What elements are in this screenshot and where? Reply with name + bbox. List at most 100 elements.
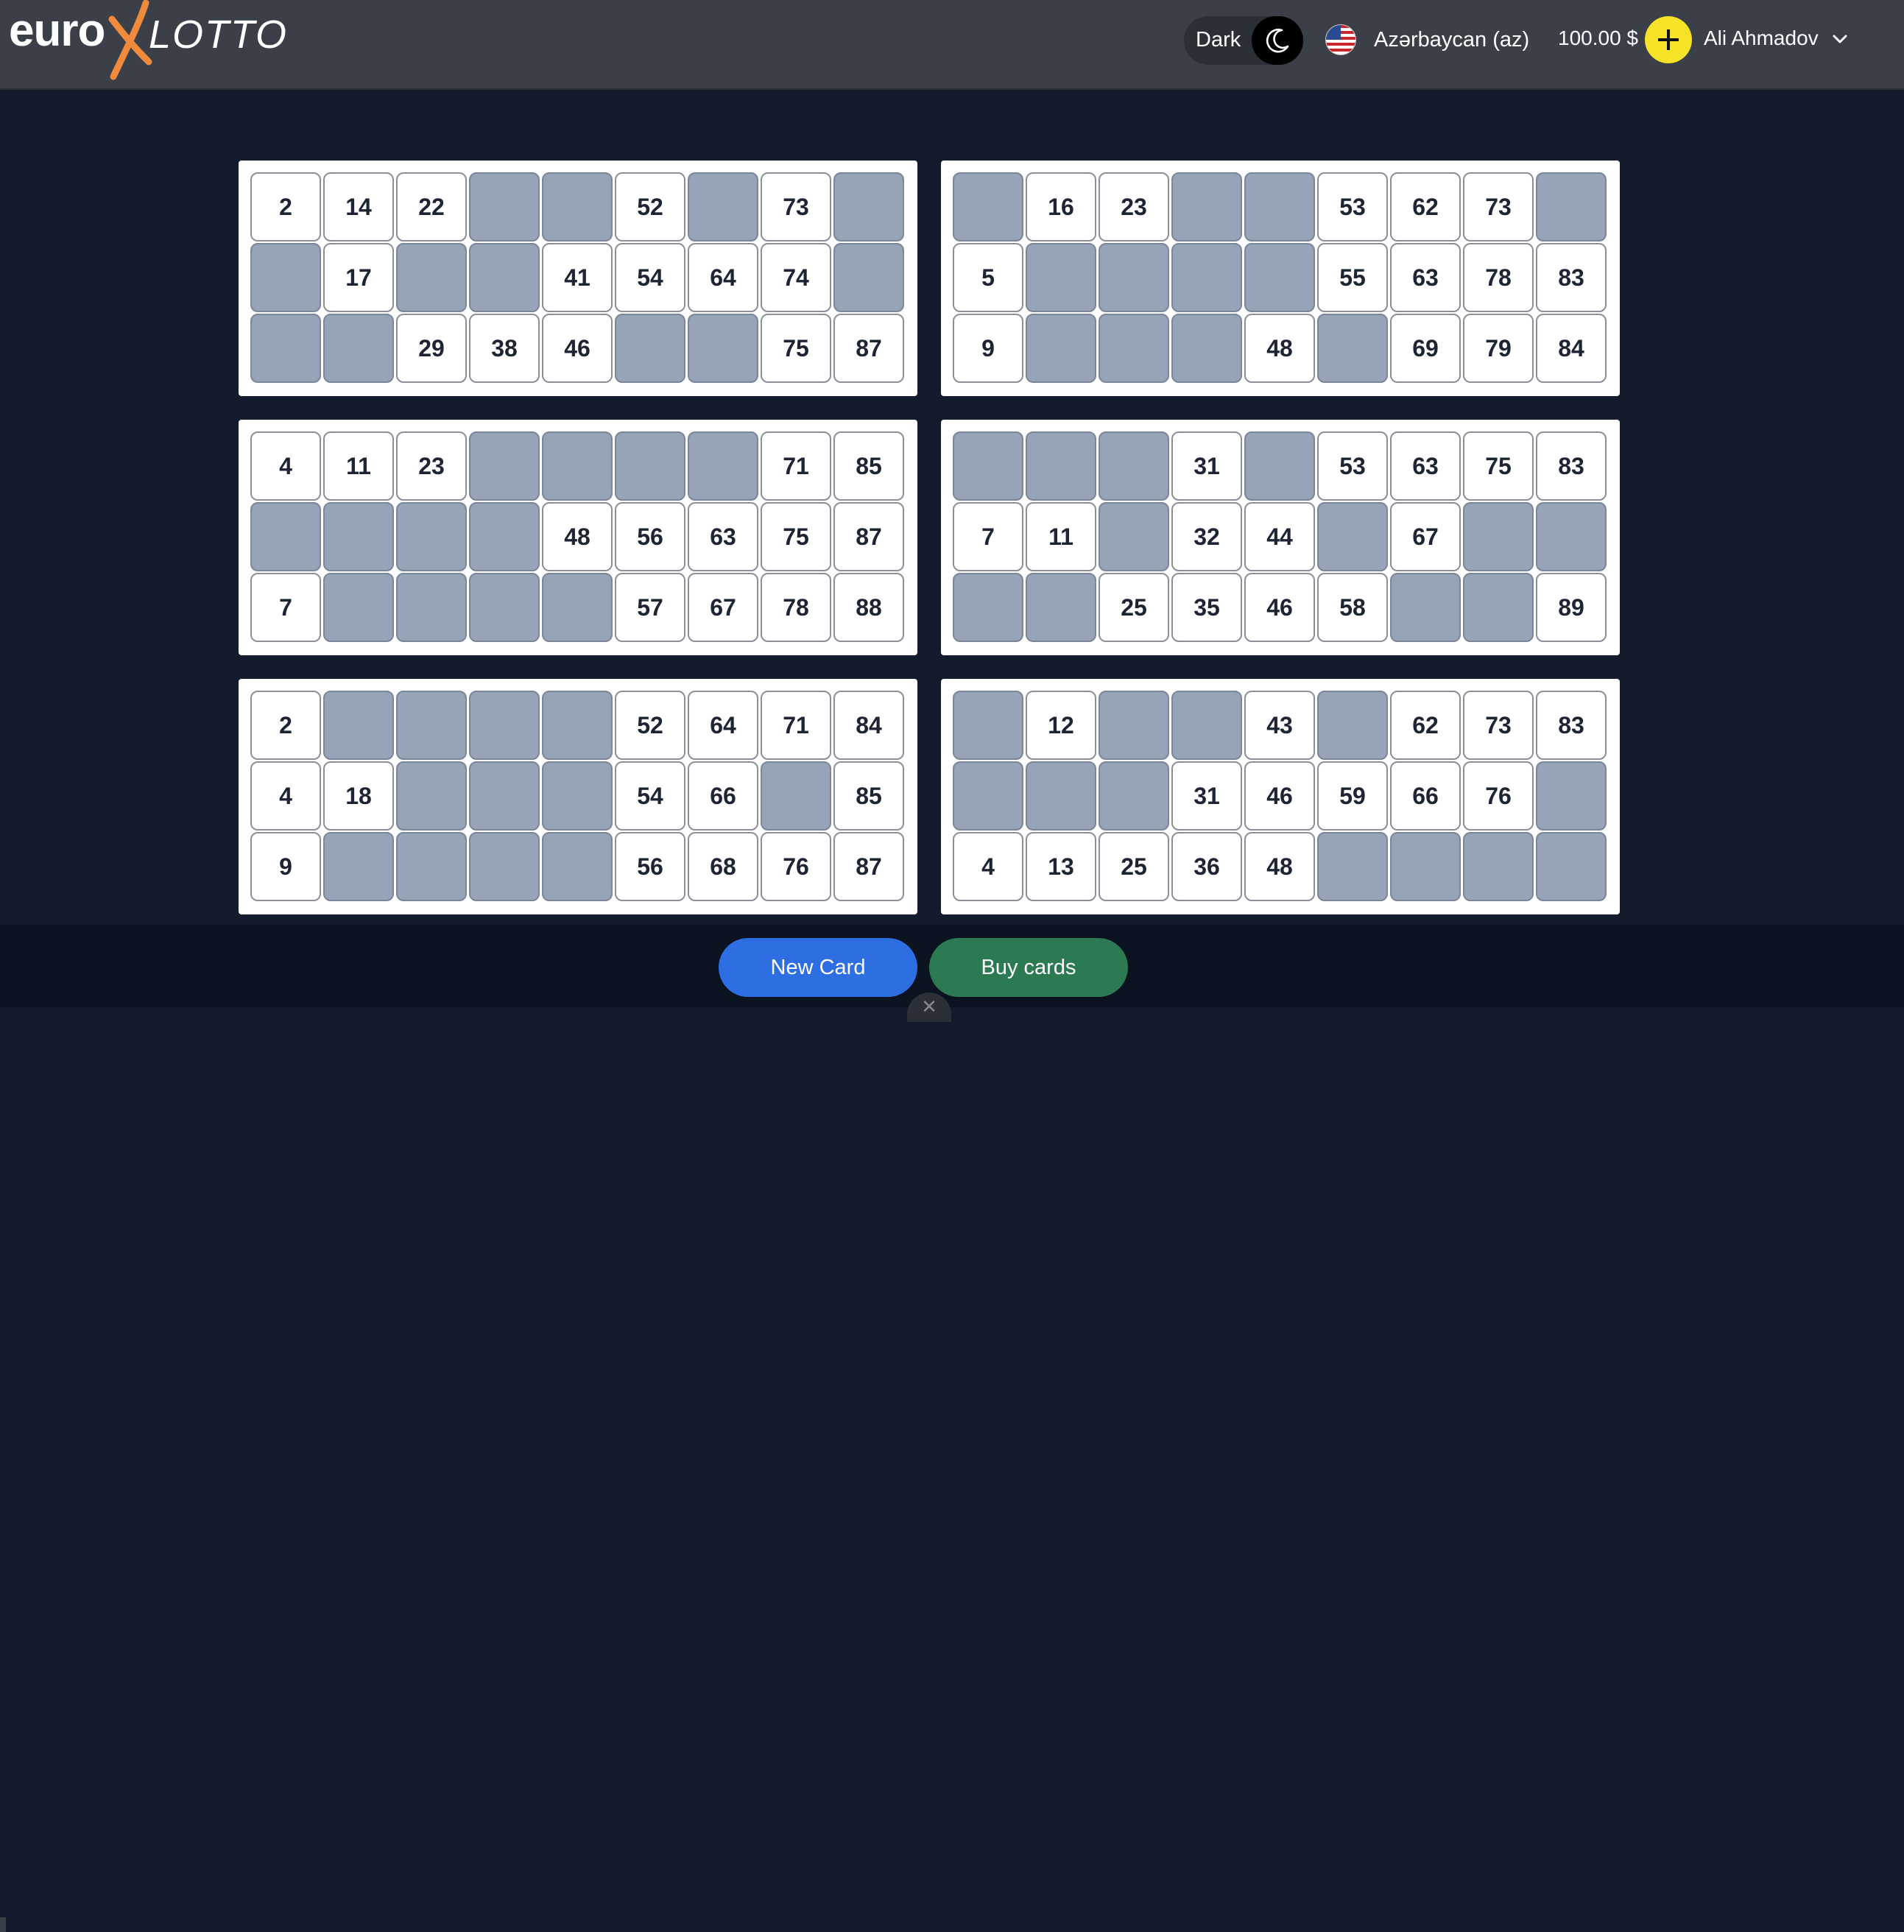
number-cell: 78: [761, 573, 831, 642]
lotto-card-5[interactable]: 2 52 64 71 84 4 18 54 66 85 9 56 68 76 87: [239, 679, 917, 914]
number-cell: 64: [688, 243, 758, 312]
empty-cell: [469, 431, 540, 501]
number-cell: 79: [1463, 314, 1534, 383]
empty-cell: [688, 314, 758, 383]
number-cell: 2: [250, 691, 321, 760]
new-card-button[interactable]: New Card: [719, 938, 917, 997]
card-grid: 2 52 64 71 84 4 18 54 66 85 9 56 68 76 87: [250, 691, 904, 901]
lotto-cards-area: 2 14 22 52 73 17 41 54 64 74 29 38 46 75 87 16 23 53 62 73…: [0, 90, 1904, 925]
empty-cell: [323, 502, 394, 571]
empty-cell: [688, 431, 758, 501]
empty-cell: [396, 761, 467, 831]
number-cell: 23: [396, 431, 467, 501]
number-cell: 52: [615, 172, 685, 242]
empty-cell: [250, 314, 321, 383]
number-cell: 67: [1390, 502, 1461, 571]
empty-cell: [542, 832, 613, 901]
logo-text-lotto: LOTTO: [149, 13, 289, 57]
number-cell: 83: [1536, 431, 1607, 501]
number-cell: 48: [1244, 314, 1315, 383]
euroxlotto-logo[interactable]: euro LOTTO: [9, 0, 286, 81]
number-cell: 7: [953, 502, 1023, 571]
number-cell: 11: [323, 431, 394, 501]
number-cell: 41: [542, 243, 613, 312]
language-selector[interactable]: Azərbaycan (az): [1325, 24, 1529, 56]
number-cell: 46: [1244, 573, 1315, 642]
empty-cell: [833, 172, 904, 242]
number-cell: 57: [615, 573, 685, 642]
lotto-card-6[interactable]: 12 43 62 73 83 31 46 59 66 76 4 13 25 36 48: [941, 679, 1620, 914]
theme-toggle[interactable]: Dark: [1184, 16, 1303, 65]
number-cell: 73: [1463, 691, 1534, 760]
number-cell: 63: [688, 502, 758, 571]
add-funds-button[interactable]: [1645, 16, 1692, 63]
empty-cell: [323, 832, 394, 901]
lotto-card-3[interactable]: 4 11 23 71 85 48 56 63 75 87 7 57 67 78 88: [239, 420, 917, 655]
empty-cell: [250, 243, 321, 312]
empty-cell: [1317, 832, 1388, 901]
number-cell: 62: [1390, 691, 1461, 760]
number-cell: 66: [1390, 761, 1461, 831]
number-cell: 9: [250, 832, 321, 901]
side-tab-handle[interactable]: [0, 1917, 6, 1932]
empty-cell: [615, 431, 685, 501]
empty-cell: [1536, 502, 1607, 571]
empty-cell: [833, 243, 904, 312]
number-cell: 13: [1026, 832, 1096, 901]
empty-cell: [323, 573, 394, 642]
empty-cell: [1099, 431, 1169, 501]
empty-cell: [1171, 243, 1242, 312]
chevron-down-icon[interactable]: [1830, 29, 1850, 49]
number-cell: 56: [615, 502, 685, 571]
number-cell: 73: [761, 172, 831, 242]
number-cell: 12: [1026, 691, 1096, 760]
lotto-card-4[interactable]: 31 53 63 75 83 7 11 32 44 67 25 35 46 58 89: [941, 420, 1620, 655]
number-cell: 16: [1026, 172, 1096, 242]
number-cell: 76: [1463, 761, 1534, 831]
top-navbar: euro LOTTO Dark Azərbaycan (az) 100.00 $…: [0, 0, 1904, 90]
number-cell: 52: [615, 691, 685, 760]
empty-cell: [1244, 243, 1315, 312]
number-cell: 17: [323, 243, 394, 312]
number-cell: 44: [1244, 502, 1315, 571]
empty-cell: [688, 172, 758, 242]
empty-cell: [761, 761, 831, 831]
empty-cell: [1390, 832, 1461, 901]
number-cell: 66: [688, 761, 758, 831]
user-menu[interactable]: Ali Ahmadov: [1704, 27, 1819, 50]
number-cell: 54: [615, 761, 685, 831]
number-cell: 36: [1171, 832, 1242, 901]
number-cell: 84: [1536, 314, 1607, 383]
number-cell: 63: [1390, 431, 1461, 501]
empty-cell: [1026, 243, 1096, 312]
number-cell: 54: [615, 243, 685, 312]
buy-cards-button[interactable]: Buy cards: [929, 938, 1128, 997]
theme-label: Dark: [1196, 28, 1241, 52]
empty-cell: [1317, 502, 1388, 571]
number-cell: 18: [323, 761, 394, 831]
empty-cell: [542, 172, 613, 242]
empty-cell: [469, 832, 540, 901]
empty-cell: [469, 573, 540, 642]
empty-cell: [1463, 502, 1534, 571]
number-cell: 25: [1099, 573, 1169, 642]
number-cell: 68: [688, 832, 758, 901]
empty-cell: [615, 314, 685, 383]
empty-cell: [396, 691, 467, 760]
number-cell: 75: [761, 502, 831, 571]
number-cell: 25: [1099, 832, 1169, 901]
language-label: Azərbaycan (az): [1374, 27, 1530, 52]
empty-cell: [1171, 172, 1242, 242]
number-cell: 4: [250, 431, 321, 501]
moon-icon[interactable]: [1252, 16, 1303, 65]
empty-cell: [1099, 761, 1169, 831]
lotto-card-2[interactable]: 16 23 53 62 73 5 55 63 78 83 9 48 69 79 84: [941, 161, 1620, 396]
empty-cell: [1026, 761, 1096, 831]
close-tab-icon[interactable]: ✕: [907, 993, 951, 1022]
number-cell: 55: [1317, 243, 1388, 312]
number-cell: 58: [1317, 573, 1388, 642]
lotto-card-1[interactable]: 2 14 22 52 73 17 41 54 64 74 29 38 46 75 87: [239, 161, 917, 396]
card-grid: 31 53 63 75 83 7 11 32 44 67 25 35 46 58 89: [953, 431, 1607, 642]
empty-cell: [1390, 573, 1461, 642]
number-cell: 63: [1390, 243, 1461, 312]
